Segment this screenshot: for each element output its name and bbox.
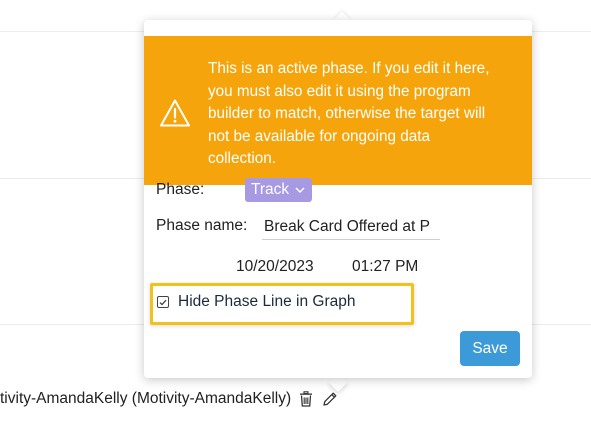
warning-line: not be available for ongoing data <box>208 127 430 145</box>
save-button[interactable]: Save <box>460 331 520 366</box>
phase-time[interactable]: 01:27 PM <box>352 258 418 276</box>
warning-line: collection. <box>208 150 277 167</box>
phase-label: Phase: <box>156 181 205 198</box>
phase-author-text: tivity-AmandaKelly (Motivity-AmandaKelly… <box>0 390 292 407</box>
chevron-down-icon <box>295 187 305 193</box>
warning-line: This is an active phase. If you edit it … <box>208 60 490 77</box>
warning-triangle-icon <box>160 99 190 127</box>
edit-phase-popover: This is an active phase. If you edit it … <box>144 20 532 378</box>
phase-author-row: tivity-AmandaKelly (Motivity-AmandaKelly… <box>0 390 339 408</box>
hide-phase-line-toggle[interactable]: Hide Phase Line in Graph <box>157 293 356 311</box>
phase-type-value: Track <box>251 181 290 198</box>
phase-name-label: Phase name: <box>156 217 248 234</box>
active-phase-warning: This is an active phase. If you edit it … <box>144 36 532 185</box>
phase-name-input[interactable] <box>262 214 440 240</box>
phase-date[interactable]: 10/20/2023 <box>236 258 314 276</box>
hide-phase-checkbox[interactable] <box>157 296 169 308</box>
trash-icon[interactable] <box>297 390 315 408</box>
phase-type-dropdown[interactable]: Track <box>245 178 313 202</box>
hide-phase-label: Hide Phase Line in Graph <box>178 293 356 310</box>
check-icon <box>159 299 167 306</box>
warning-message: This is an active phase. If you edit it … <box>208 58 524 171</box>
warning-line: builder to match, otherwise the target w… <box>208 105 486 122</box>
warning-line: you must also edit it using the program <box>208 82 471 100</box>
pencil-icon[interactable] <box>321 390 339 408</box>
